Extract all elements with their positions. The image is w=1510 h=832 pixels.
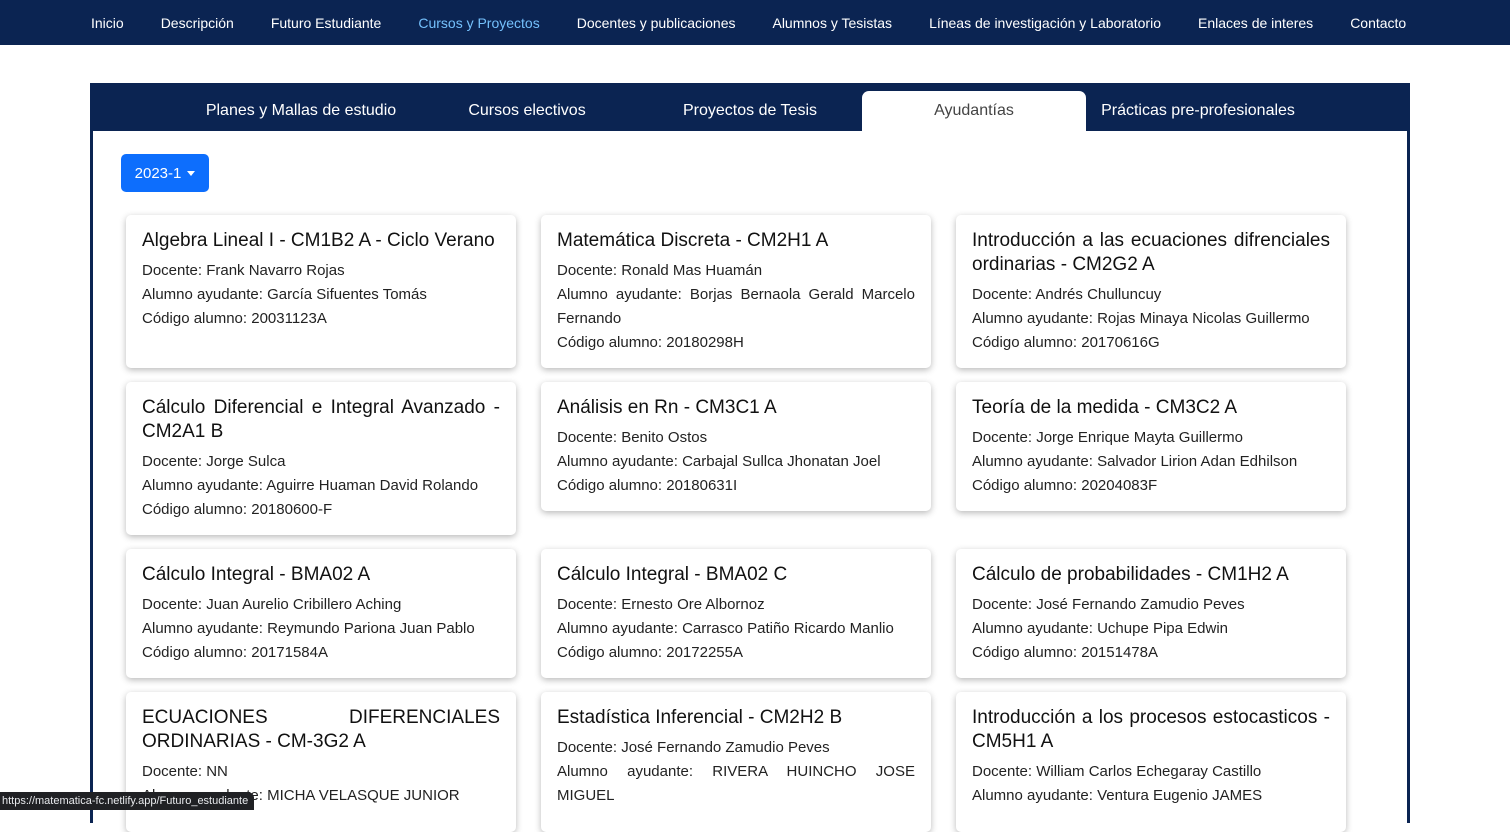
- card-title: Cálculo Diferencial e Integral Avanzado …: [142, 397, 500, 442]
- card-ayudante: Alumno ayudante: Ventura Eugenio JAMES: [972, 787, 1263, 804]
- card-docente: Docente: José Fernando Zamudio Peves: [972, 596, 1245, 613]
- card-docente: Docente: Juan Aurelio Cribillero Aching: [142, 596, 402, 613]
- card-codigo: Código alumno: 20204083F: [972, 477, 1158, 494]
- card-codigo: Código alumno: 20151478A: [972, 644, 1158, 661]
- card-ayudante: Alumno ayudante: RIVERA HUINCHO JOSE MIG…: [557, 763, 915, 804]
- nav-futuro-estudiante[interactable]: Futuro Estudiante: [271, 15, 382, 31]
- card-ayudante: Alumno ayudante: Salvador Lirion Adan Ed…: [972, 453, 1298, 470]
- caret-down-icon: [187, 170, 196, 176]
- card-title: Cálculo Integral - BMA02 A: [142, 564, 371, 585]
- course-card: Estadística Inferencial - CM2H2 B Docent…: [541, 692, 931, 832]
- nav-descripcion[interactable]: Descripción: [161, 15, 234, 31]
- course-card: Introducción a los procesos estocasticos…: [956, 692, 1346, 832]
- card-ayudante: Alumno ayudante: Carbajal Sullca Jhonata…: [557, 453, 881, 470]
- card-title: Cálculo de probabilidades - CM1H2 A: [972, 564, 1289, 585]
- card-title: Introducción a las ecuaciones difrencial…: [972, 230, 1330, 275]
- card-codigo: Código alumno: 20180631I: [557, 477, 738, 494]
- card-ayudante: Alumno ayudante: Borjas Bernaola Gerald …: [557, 286, 915, 327]
- card-codigo: Código alumno: 20171584A: [142, 644, 328, 661]
- nav-alumnos[interactable]: Alumnos y Tesistas: [772, 15, 892, 31]
- course-card: Análisis en Rn - CM3C1 A Docente: Benito…: [541, 382, 931, 511]
- card-codigo: Código alumno: 20031123A: [142, 310, 327, 327]
- card-codigo: Código alumno: 20180298H: [557, 334, 744, 351]
- nav-cursos-y-proyectos[interactable]: Cursos y Proyectos: [418, 15, 539, 31]
- tab-planes[interactable]: Planes y Mallas de estudio: [190, 91, 412, 131]
- course-card: Introducción a las ecuaciones difrencial…: [956, 215, 1346, 368]
- nav-docentes[interactable]: Docentes y publicaciones: [577, 15, 736, 31]
- course-card: Cálculo Integral - BMA02 C Docente: Erne…: [541, 549, 931, 678]
- tab-bar: Planes y Mallas de estudio Cursos electi…: [93, 86, 1407, 131]
- course-card: Algebra Lineal I - CM1B2 A - Ciclo Veran…: [126, 215, 516, 368]
- card-title: Teoría de la medida - CM3C2 A: [972, 397, 1238, 418]
- card-title: Cálculo Integral - BMA02 C: [557, 564, 788, 585]
- card-docente: Docente: Frank Navarro Rojas: [142, 262, 345, 279]
- card-docente: Docente: Ronald Mas Huamán: [557, 262, 763, 279]
- content-panel: Planes y Mallas de estudio Cursos electi…: [90, 83, 1410, 832]
- card-title: Estadística Inferencial - CM2H2 B: [557, 707, 843, 728]
- tab-practicas[interactable]: Prácticas pre-profesionales: [1087, 91, 1309, 131]
- card-codigo: Código alumno: 20180600-F: [142, 501, 333, 518]
- card-ayudante: Alumno ayudante: Carrasco Patiño Ricardo…: [557, 620, 894, 637]
- card-codigo: Código alumno: 20170616G: [972, 334, 1160, 351]
- course-card: Matemática Discreta - CM2H1 A Docente: R…: [541, 215, 931, 368]
- card-docente: Docente: NN: [142, 763, 228, 780]
- card-docente: Docente: Jorge Sulca: [142, 453, 286, 470]
- card-docente: Docente: Jorge Enrique Mayta Guillermo: [972, 429, 1243, 446]
- tab-cursos-electivos[interactable]: Cursos electivos: [416, 91, 638, 131]
- card-ayudante: Alumno ayudante: Uchupe Pipa Edwin: [972, 620, 1228, 637]
- card-ayudante: Alumno ayudante: García Sifuentes Tomás: [142, 286, 427, 303]
- tab-ayudantias[interactable]: Ayudantías: [862, 91, 1086, 131]
- card-docente: Docente: Ernesto Ore Albornoz: [557, 596, 765, 613]
- course-card: Cálculo de probabilidades - CM1H2 A Doce…: [956, 549, 1346, 678]
- card-title: Introducción a los procesos estocasticos…: [972, 707, 1330, 752]
- nav-contacto[interactable]: Contacto: [1350, 15, 1406, 31]
- card-codigo: Código alumno: 20172255A: [557, 644, 743, 661]
- card-title: ECUACIONES DIFERENCIALES ORDINARIAS - CM…: [142, 707, 500, 752]
- nav-lineas-investigacion[interactable]: Líneas de investigación y Laboratorio: [929, 15, 1161, 31]
- tab-proyectos-tesis[interactable]: Proyectos de Tesis: [639, 91, 861, 131]
- page-scrollbar[interactable]: [1504, 45, 1510, 810]
- nav-enlaces[interactable]: Enlaces de interes: [1198, 15, 1313, 31]
- card-title: Análisis en Rn - CM3C1 A: [557, 397, 777, 418]
- nav-inicio[interactable]: Inicio: [91, 15, 124, 31]
- semester-dropdown-button[interactable]: 2023-1: [121, 154, 209, 192]
- course-card: Cálculo Integral - BMA02 A Docente: Juan…: [126, 549, 516, 678]
- card-ayudante: Alumno ayudante: Reymundo Pariona Juan P…: [142, 620, 475, 637]
- card-docente: Docente: Andrés Chulluncuy: [972, 286, 1162, 303]
- semester-label: 2023-1: [134, 164, 182, 182]
- card-docente: Docente: Benito Ostos: [557, 429, 708, 446]
- course-card: ECUACIONES DIFERENCIALES ORDINARIAS - CM…: [126, 692, 516, 832]
- card-title: Algebra Lineal I - CM1B2 A - Ciclo Veran…: [142, 230, 495, 251]
- card-ayudante: Alumno ayudante: Aguirre Huaman David Ro…: [142, 477, 479, 494]
- course-card: Teoría de la medida - CM3C2 A Docente: J…: [956, 382, 1346, 511]
- status-bar-url: https://matematica-fc.netlify.app/Futuro…: [0, 792, 255, 810]
- card-ayudante: Alumno ayudante: Rojas Minaya Nicolas Gu…: [972, 310, 1310, 327]
- card-title: Matemática Discreta - CM2H1 A: [557, 230, 829, 251]
- card-docente: Docente: William Carlos Echegaray Castil…: [972, 763, 1262, 780]
- top-navbar: Inicio Descripción Futuro Estudiante Cur…: [0, 0, 1510, 45]
- card-docente: Docente: José Fernando Zamudio Peves: [557, 739, 830, 756]
- course-card: Cálculo Diferencial e Integral Avanzado …: [126, 382, 516, 535]
